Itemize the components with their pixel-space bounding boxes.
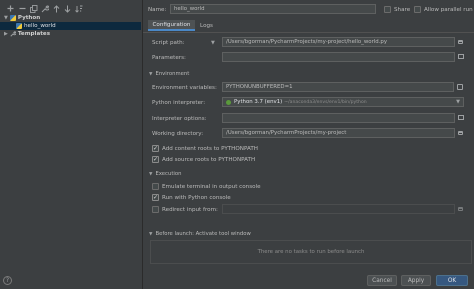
cancel-button[interactable]: Cancel [367, 275, 397, 286]
tree-group-label: Templates [17, 31, 51, 37]
interpreter-name: Python 3.7 (env1) [234, 99, 283, 105]
section-title: Environment [155, 71, 190, 77]
parameters-label: Parameters: [152, 55, 186, 61]
env-vars-field[interactable]: PYTHONUNBUFFERED=1 [222, 82, 454, 92]
content-roots-checkbox[interactable]: ✓ [152, 145, 159, 152]
tree-group-python[interactable]: ▼ Python [4, 14, 40, 22]
button-label: OK [447, 277, 457, 284]
interpreter-options-field[interactable] [222, 113, 455, 123]
allow-parallel-label: Allow parallel run [424, 7, 473, 13]
tree-group-templates[interactable]: ▶ Templates [4, 30, 50, 38]
arrow-up-icon[interactable] [52, 4, 61, 13]
share-label: Share [394, 7, 411, 13]
copy-icon[interactable] [29, 4, 38, 13]
redirect-input-label: Redirect input from: [162, 207, 218, 213]
before-launch-list[interactable]: There are no tasks to run before launch [150, 240, 472, 264]
tree-item-label: hello_world [24, 23, 56, 29]
tree-item-hello-world[interactable]: hello_world [0, 22, 141, 30]
working-dir-label: Working directory: [152, 131, 204, 137]
folder-icon[interactable] [458, 131, 463, 135]
apply-button[interactable]: Apply [401, 275, 431, 286]
python-console-label: Run with Python console [162, 195, 231, 201]
execution-section[interactable]: ▼ Execution [149, 171, 181, 177]
working-dir-field[interactable]: /Users/bgorman/PycharmProjects/my-projec… [222, 128, 455, 138]
expand-editor-icon[interactable] [458, 54, 464, 59]
ok-button[interactable]: OK [436, 275, 468, 286]
python-env-icon [226, 99, 231, 105]
emulate-terminal-checkbox[interactable] [152, 183, 159, 190]
arrow-down-icon[interactable] [63, 4, 72, 13]
empty-list-text: There are no tasks to run before launch [257, 249, 365, 255]
env-vars-label: Environment variables: [152, 85, 217, 91]
splitter[interactable] [142, 0, 143, 289]
collapse-arrow-icon: ▼ [149, 71, 153, 77]
redirect-input-field[interactable] [222, 204, 455, 214]
wrench-icon [10, 31, 16, 37]
wrench-icon[interactable] [40, 4, 49, 13]
dropdown-arrow-icon[interactable]: ▼ [211, 40, 215, 46]
script-path-field[interactable]: /Users/bgorman/PycharmProjects/my-projec… [222, 37, 455, 47]
sort-icon[interactable] [74, 4, 83, 13]
button-label: Apply [407, 277, 425, 284]
tab-configuration[interactable]: Configuration [148, 20, 195, 31]
name-label: Name: [148, 7, 167, 13]
tab-logs[interactable]: Logs [197, 20, 216, 31]
section-title: Before launch: Activate tool window [155, 231, 251, 237]
share-checkbox[interactable] [384, 6, 391, 13]
allow-parallel-checkbox[interactable] [414, 6, 421, 13]
tab-label: Configuration [152, 21, 191, 28]
expand-editor-icon[interactable] [458, 115, 464, 120]
content-roots-label: Add content roots to PYTHONPATH [162, 146, 259, 152]
folder-icon[interactable] [458, 40, 463, 44]
tab-label: Logs [200, 22, 213, 29]
minus-icon[interactable] [18, 4, 27, 13]
browse-icon[interactable] [457, 84, 463, 90]
interpreter-options-label: Interpreter options: [152, 116, 207, 122]
tab-divider [143, 32, 474, 33]
before-launch-section[interactable]: ▼ Before launch: Activate tool window [149, 231, 251, 237]
collapse-arrow-icon: ▼ [149, 171, 153, 177]
expand-arrow-icon[interactable]: ▼ [4, 15, 8, 21]
help-icon[interactable]: ? [3, 276, 12, 285]
parameters-field[interactable] [222, 52, 455, 62]
redirect-input-checkbox[interactable] [152, 206, 159, 213]
script-path-label: Script path: [152, 40, 185, 46]
collapse-arrow-icon[interactable]: ▶ [4, 31, 8, 37]
python-file-icon [16, 23, 22, 29]
section-title: Execution [155, 171, 182, 177]
python-console-checkbox[interactable]: ✓ [152, 194, 159, 201]
interpreter-select[interactable]: Python 3.7 (env1) ~/anaconda3/envs/env1/… [222, 97, 464, 107]
environment-section[interactable]: ▼ Environment [149, 71, 189, 77]
name-field[interactable]: hello_world [170, 4, 376, 14]
python-icon [9, 15, 16, 21]
collapse-arrow-icon: ▼ [149, 231, 153, 237]
source-roots-checkbox[interactable]: ✓ [152, 156, 159, 163]
emulate-terminal-label: Emulate terminal in output console [162, 184, 261, 190]
interpreter-path: ~/anaconda3/envs/env1/bin/python [284, 99, 367, 105]
chevron-down-icon: ▼ [456, 99, 460, 105]
folder-icon[interactable] [458, 207, 463, 211]
interpreter-label: Python interpreter: [152, 100, 206, 106]
tree-group-label: Python [17, 15, 41, 21]
plus-icon[interactable] [6, 4, 15, 13]
button-label: Cancel [372, 277, 392, 284]
source-roots-label: Add source roots to PYTHONPATH [162, 157, 256, 163]
